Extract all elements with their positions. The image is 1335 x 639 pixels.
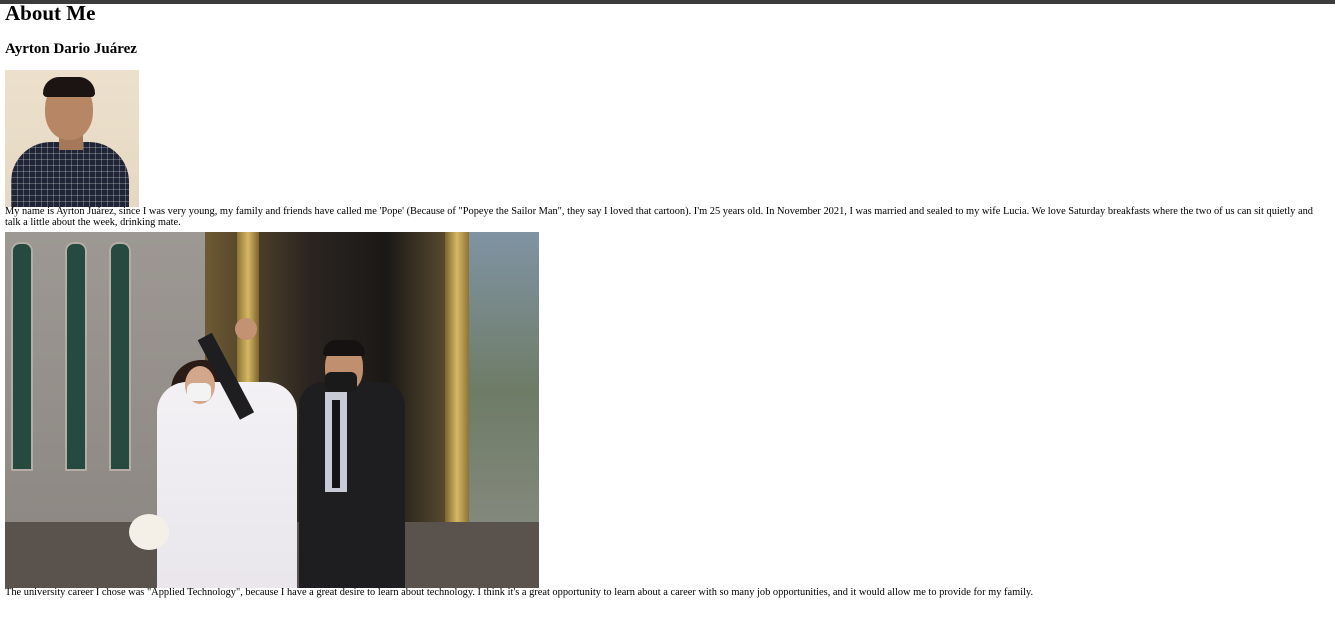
joined-hands (235, 318, 257, 340)
portrait-shirt (11, 142, 129, 207)
portrait-photo (5, 70, 139, 207)
temple-window (11, 242, 33, 471)
temple-window (109, 242, 131, 471)
about-page: About Me Ayrton Dario Juárez My name is … (5, 0, 1330, 599)
groom-mask (325, 372, 357, 392)
career-paragraph: The university career I chose was "Appli… (5, 587, 1034, 598)
bride-mask (187, 383, 211, 401)
page-title: About Me (5, 1, 96, 25)
intro-paragraph: My name is Ayrton Juárez, since I was ve… (5, 206, 1313, 228)
wedding-photo (5, 232, 539, 588)
groom-hair (323, 340, 365, 356)
bouquet (129, 514, 169, 550)
groom-tie (332, 400, 340, 488)
bride-dress (157, 382, 297, 588)
person-name: Ayrton Dario Juárez (5, 41, 137, 57)
portrait-hair (43, 77, 95, 97)
groom-suit (299, 382, 405, 588)
temple-window (65, 242, 87, 471)
